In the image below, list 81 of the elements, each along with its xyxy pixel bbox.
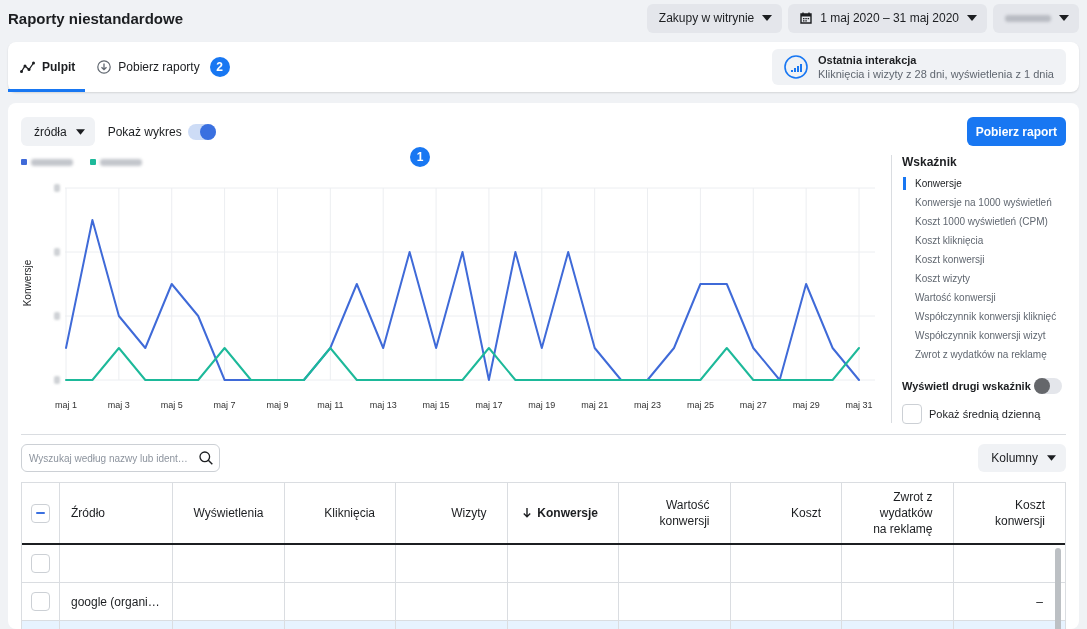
column-header[interactable]: Zwrot z wydatków na reklamę bbox=[842, 483, 954, 543]
axis-tick-label: maj 9 bbox=[266, 400, 289, 410]
metric-option[interactable]: Koszt konwersji bbox=[902, 250, 1066, 269]
column-header[interactable]: Wyświetlenia bbox=[173, 483, 285, 543]
caret-icon bbox=[1047, 455, 1056, 461]
axis-tick-label: maj 19 bbox=[528, 400, 556, 410]
card-text: Kliknięcia i wizyty z 28 dni, wyświetlenia z 1 dnia bbox=[818, 68, 1054, 80]
blurred-tick-label bbox=[54, 184, 60, 192]
scrollbar[interactable] bbox=[1055, 548, 1061, 629]
calendar-icon bbox=[800, 12, 813, 24]
blurred-tick-label bbox=[54, 312, 60, 320]
caret-icon bbox=[75, 128, 85, 135]
metric-option[interactable]: Zwrot z wydatków na reklamę bbox=[902, 345, 1066, 364]
tab[interactable]: Pobierz raporty bbox=[85, 42, 210, 92]
axis-tick-label: maj 5 bbox=[160, 400, 183, 410]
axis-tick-label: maj 27 bbox=[739, 400, 767, 410]
dropdown-button[interactable] bbox=[993, 3, 1079, 33]
row-checkbox[interactable] bbox=[31, 554, 50, 573]
line-chart-icon bbox=[20, 61, 35, 73]
section-title: Wskaźnik bbox=[902, 155, 958, 169]
axis-tick-label: maj 25 bbox=[686, 400, 714, 410]
search-icon bbox=[199, 451, 213, 465]
column-header[interactable]: Koszt konwersji bbox=[953, 483, 1065, 543]
axis-tick-label: maj 29 bbox=[792, 400, 820, 410]
checkbox-label: Pokaż średnią dzienną bbox=[929, 408, 1041, 420]
axis-tick-label: maj 15 bbox=[422, 400, 450, 410]
toggle-label: Wyświetl drugi wskaźnik bbox=[902, 380, 1031, 392]
axis-tick-label: maj 23 bbox=[634, 400, 662, 410]
toggle-switch[interactable] bbox=[1034, 378, 1062, 394]
dropdown-button[interactable]: Kolumny bbox=[978, 444, 1066, 472]
page-title: Raporty niestandardowe bbox=[8, 9, 184, 27]
metric-option[interactable]: Współczynnik konwersji wizyt bbox=[902, 326, 1066, 345]
metric-option[interactable]: Konwersje bbox=[902, 174, 1066, 193]
axis-tick-label: maj 7 bbox=[213, 400, 236, 410]
axis-tick-label: maj 3 bbox=[107, 400, 130, 410]
axis-tick-label: maj 31 bbox=[845, 400, 873, 410]
axis-tick-label: maj 13 bbox=[369, 400, 397, 410]
table-cell: google (organi… bbox=[71, 594, 160, 609]
step-badge: 1 bbox=[410, 147, 430, 167]
sort-arrow-icon bbox=[523, 508, 532, 518]
dropdown-button[interactable]: Zakupy w witrynie bbox=[646, 3, 783, 33]
axis-tick-label: maj 11 bbox=[317, 400, 344, 410]
blurred-label bbox=[31, 158, 73, 166]
toggle-switch[interactable] bbox=[187, 123, 216, 140]
tab[interactable]: Pulpit bbox=[8, 42, 86, 92]
column-header[interactable]: Koszt bbox=[730, 483, 842, 543]
date-range-button[interactable]: 1 maj 2020 – 31 maj 2020 bbox=[788, 3, 987, 33]
download-icon bbox=[97, 60, 112, 74]
caret-icon bbox=[762, 15, 773, 21]
metric-option[interactable]: Koszt kliknięcia bbox=[902, 231, 1066, 250]
caret-icon bbox=[1059, 15, 1069, 21]
metric-option[interactable]: Współczynnik konwersji kliknięć bbox=[902, 307, 1066, 326]
blurred-tick-label bbox=[54, 248, 60, 256]
column-header[interactable]: Wartość konwersji bbox=[619, 483, 731, 543]
column-header[interactable]: Kliknięcia bbox=[284, 483, 396, 543]
download-report-button[interactable]: Pobierz raport bbox=[966, 117, 1066, 146]
row-checkbox[interactable] bbox=[31, 592, 50, 611]
search-field[interactable]: Wyszukaj według nazwy lub ident… bbox=[21, 444, 220, 472]
card-title: Ostatnia interakcja bbox=[818, 54, 918, 66]
table-cell: – bbox=[1036, 594, 1043, 609]
select-all-checkbox[interactable] bbox=[31, 503, 50, 523]
dropdown-button[interactable]: źródła bbox=[21, 117, 95, 146]
axis-tick-label: maj 1 bbox=[55, 400, 77, 410]
metric-option[interactable]: Konwersje na 1000 wyświetleń bbox=[902, 193, 1066, 212]
column-header[interactable]: Wizyty bbox=[396, 483, 508, 543]
blurred-tick-label bbox=[54, 376, 60, 384]
toggle-label: Pokaż wykres bbox=[107, 124, 182, 139]
axis-tick-label: maj 17 bbox=[475, 400, 503, 410]
step-badge: 2 bbox=[209, 57, 230, 77]
metric-option[interactable]: Wartość konwersji bbox=[902, 288, 1066, 307]
axis-title: Konwersje bbox=[22, 259, 33, 307]
blurred-label bbox=[1005, 14, 1051, 22]
blurred-label bbox=[100, 158, 142, 166]
checkbox[interactable] bbox=[902, 404, 922, 424]
bar-chart-icon bbox=[784, 55, 808, 79]
column-header[interactable]: Konwersje bbox=[507, 483, 619, 543]
metric-option[interactable]: Koszt 1000 wyświetleń (CPM) bbox=[902, 212, 1066, 231]
metric-option[interactable]: Koszt wizyty bbox=[902, 269, 1066, 288]
caret-icon bbox=[967, 15, 977, 21]
column-header[interactable]: Źródło bbox=[60, 483, 173, 543]
axis-tick-label: maj 21 bbox=[581, 400, 609, 410]
